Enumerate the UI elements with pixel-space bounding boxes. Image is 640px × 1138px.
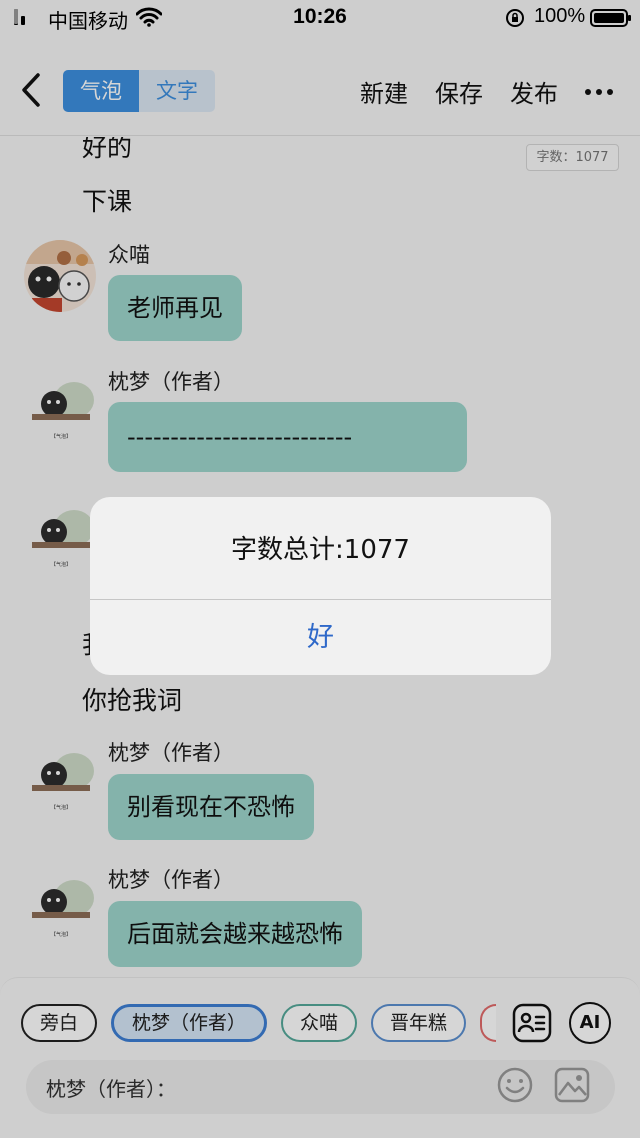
word-count-alert: 字数总计:1077 好 bbox=[90, 497, 551, 675]
alert-message: 字数总计:1077 bbox=[231, 535, 410, 565]
alert-ok-button[interactable]: 好 bbox=[90, 600, 551, 675]
